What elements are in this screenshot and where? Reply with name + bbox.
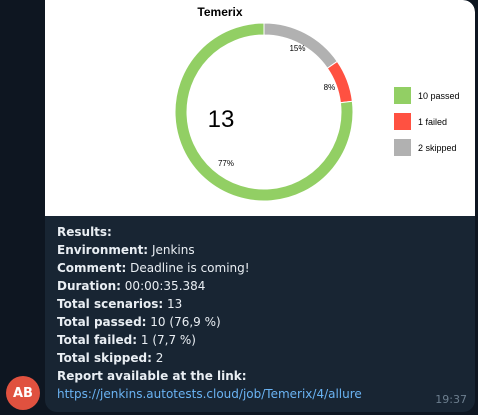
chart-image[interactable]: Temerix 15% 8% 77% 13 10 passed 1 failed 2 s… xyxy=(45,0,475,216)
pie-slice-failed xyxy=(326,60,353,104)
line-value: 2 xyxy=(155,351,164,365)
line-label: Total scenarios: xyxy=(57,297,164,311)
message-bubble: Temerix 15% 8% 77% 13 10 passed 1 failed 2 s… xyxy=(45,0,475,412)
avatar-initials: AB xyxy=(13,385,33,401)
line-label: Environment: xyxy=(57,243,149,257)
line-value: 13 xyxy=(167,297,183,311)
report-link[interactable]: https://jenkins.autotests.cloud/job/Teme… xyxy=(57,387,362,401)
comment-line: Comment: Deadline is coming! xyxy=(57,259,467,277)
line-value: 1 (7,7 %) xyxy=(140,333,196,347)
results-heading: Results: xyxy=(57,225,112,239)
slice-percent-label: 77% xyxy=(218,159,234,168)
slice-percent-label: 8% xyxy=(324,83,336,92)
slice-percent-label: 15% xyxy=(289,44,305,53)
message-text: Results: Environment: Jenkins Comment: D… xyxy=(57,223,467,403)
line-label: Total passed: xyxy=(57,315,147,329)
chart-legend: 10 passed 1 failed 2 skipped xyxy=(394,87,460,156)
legend-label: 2 skipped xyxy=(418,143,457,153)
pie-chart: Temerix 15% 8% 77% 13 10 passed 1 failed 2 s… xyxy=(174,5,460,202)
line-label: Total failed: xyxy=(57,333,138,347)
legend-swatch xyxy=(394,87,411,104)
line-value: 10 (76,9 %) xyxy=(150,315,221,329)
legend-label: 1 failed xyxy=(418,117,447,127)
line-label: Total skipped: xyxy=(57,351,152,365)
line-label: Comment: xyxy=(57,261,127,275)
message-time: 19:37 xyxy=(435,393,467,406)
line-value: Deadline is coming! xyxy=(130,261,250,275)
legend-swatch xyxy=(394,139,411,156)
total-scenarios-line: Total scenarios: 13 xyxy=(57,295,467,313)
report-label: Report available at the link: xyxy=(57,369,247,383)
line-value: 00:00:35.384 xyxy=(124,279,206,293)
duration-line: Duration: 00:00:35.384 xyxy=(57,277,467,295)
legend-label: 10 passed xyxy=(418,91,460,101)
total-passed-line: Total passed: 10 (76,9 %) xyxy=(57,313,467,331)
chart-center-label: 13 xyxy=(208,106,235,133)
total-failed-line: Total failed: 1 (7,7 %) xyxy=(57,331,467,349)
legend-swatch xyxy=(394,113,411,130)
chart-title: Temerix xyxy=(197,5,242,19)
environment-line: Environment: Jenkins xyxy=(57,241,467,259)
sender-avatar[interactable]: AB xyxy=(6,376,40,410)
line-label: Duration: xyxy=(57,279,121,293)
line-value: Jenkins xyxy=(151,243,195,257)
total-skipped-line: Total skipped: 2 xyxy=(57,349,467,367)
